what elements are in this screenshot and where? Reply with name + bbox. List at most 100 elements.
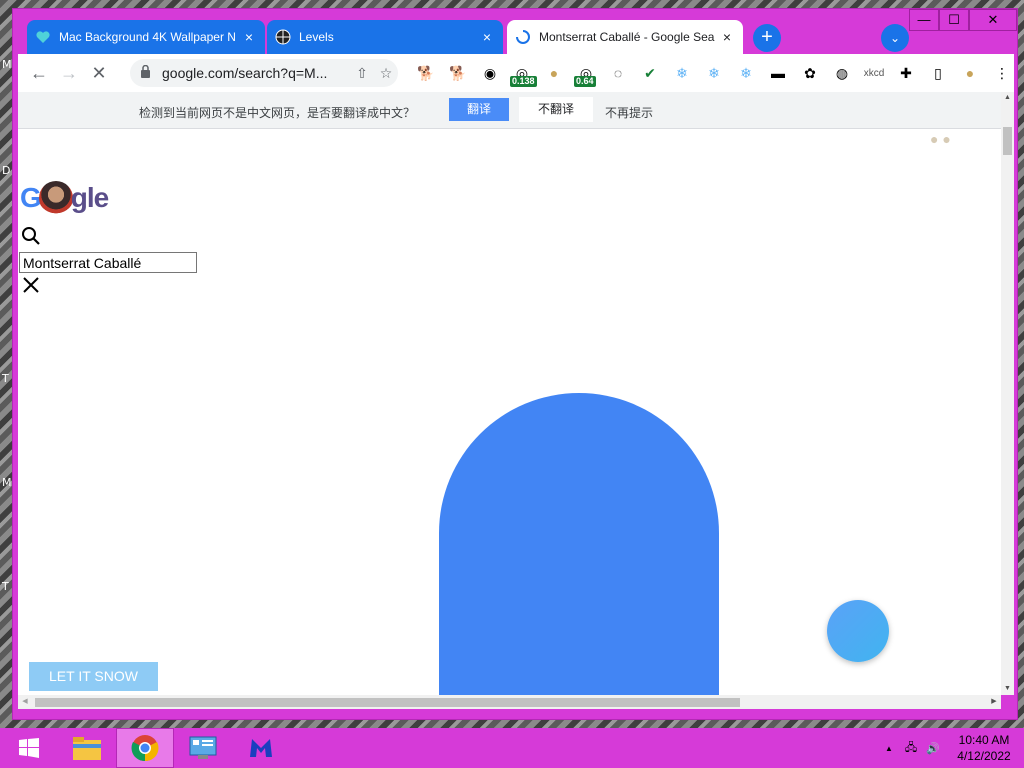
sidepanel-icon-glyph: ▯ [934,64,942,81]
doge-coin-extension-icon-glyph: ● [549,65,559,81]
blue-arch-shape [439,393,719,695]
vertical-scroll-thumb[interactable] [1003,127,1012,155]
horizontal-scrollbar[interactable]: ◀ ▶ [18,695,1001,709]
disk-extension-icon-glyph: ◌ [613,65,623,81]
clock[interactable]: 10:40 AM 4/12/2022 [944,732,1024,764]
dont-translate-button[interactable]: 不翻译 [519,97,593,122]
tab-mac-background[interactable]: Mac Background 4K Wallpaper N × [27,20,265,54]
heart-icon [35,29,51,45]
xkcd-extension-icon-glyph: xkcd [863,67,885,79]
vertical-scrollbar[interactable]: ▲ ▼ [1001,92,1014,695]
floating-action-button[interactable] [827,600,889,662]
extensions-area: 🐕 🐕 ◉ ◎ 0.138 ● ◎ 0.64 ◌ ✔ ❄ ❄ ❄ ▬ ✿ ◍ xkcd ✚ ▯ ● ⋮ [410,59,1018,87]
window-controls: — ☐ ✕ [909,9,1017,31]
clock-time: 10:40 AM [958,733,1010,747]
lock-icon [140,64,154,81]
page-viewport: ● ● G gle LET IT SNOW [18,129,1001,695]
network-icon[interactable]: 🖧 [900,739,922,758]
bookmark-star-icon[interactable]: ☆ [374,65,398,82]
browser-toolbar: ← → ✕ google.com/search?q=M... ⇧ ☆ 🐕 🐕 ◉ ◎ 0… [18,54,1014,92]
google-doodle-logo[interactable]: G gle [20,181,109,215]
gauge-extension-icon[interactable]: ◎ 0.138 [506,59,538,87]
profile-icon[interactable]: ● [954,59,986,87]
tab-close-icon[interactable]: × [241,29,257,45]
let-it-snow-button[interactable]: LET IT SNOW [29,662,158,691]
desktop-edge-letter: T [2,580,9,593]
forward-button[interactable]: → [54,58,84,88]
desktop-edge-letter: D [2,164,11,177]
tab-levels[interactable]: Levels × [267,20,503,54]
decorative-dots: ● ● [930,131,951,147]
start-icon[interactable] [0,728,58,768]
scroll-right-arrow-icon[interactable]: ▶ [987,695,1001,709]
menu-icon-glyph: ⋮ [995,64,1009,81]
back-button[interactable]: ← [24,58,54,88]
taskbar: ▲ 🖧 🔊 10:40 AM 4/12/2022 [0,728,1024,768]
sidepanel-icon[interactable]: ▯ [922,59,954,87]
show-hidden-icons-arrow-icon[interactable]: ▲ [878,744,900,753]
tab-title: Mac Background 4K Wallpaper N [59,30,236,44]
snowflake-extension-icon-2[interactable]: ❄ [698,59,730,87]
minimize-button[interactable]: — [909,9,939,31]
tab-montserrat-caballe[interactable]: Montserrat Caballé - Google Sea × [507,20,743,54]
clear-search-icon[interactable] [22,276,40,294]
desktop-edge-letter: T [2,372,9,385]
mask-extension-icon[interactable]: ✿ [794,59,826,87]
profile-icon-glyph: ● [965,65,975,81]
share-icon[interactable]: ⇧ [350,65,374,82]
scroll-left-arrow-icon[interactable]: ◀ [18,695,32,709]
doge-extension-icon-2[interactable]: 🐕 [442,59,474,87]
face-extension-icon[interactable]: ◉ [474,59,506,87]
tab-strip: Mac Background 4K Wallpaper N × Levels ×… [13,9,1017,55]
face-extension-icon-glyph: ◉ [483,64,497,81]
address-bar[interactable]: google.com/search?q=M... ⇧ ☆ [130,59,398,87]
new-tab-button[interactable]: + [753,24,781,52]
mask-extension-icon-glyph: ✿ [804,64,816,81]
clock-date: 4/12/2022 [957,749,1011,763]
malwarebytes-icon[interactable] [232,728,290,768]
volume-icon[interactable]: 🔊 [922,742,944,755]
snowflake-extension-icon-3[interactable]: ❄ [730,59,762,87]
snowflake-extension-icon[interactable]: ❄ [666,59,698,87]
tab-close-icon[interactable]: × [479,29,495,45]
translate-prompt: 检测到当前网页不是中文网页，是否要翻译成中文？ [139,106,416,120]
control-panel-icon[interactable] [174,728,232,768]
stop-loading-button[interactable]: ✕ [84,58,114,88]
puzzle-extension-icon[interactable]: ✚ [890,59,922,87]
color-bar-extension-icon-glyph: ▬ [771,65,785,81]
disk-extension-icon[interactable]: ◌ [602,59,634,87]
doge-coin-extension-icon[interactable]: ● [538,59,570,87]
horizontal-scroll-thumb[interactable] [35,698,740,707]
doodle-portrait-icon [38,181,73,215]
close-window-button[interactable]: ✕ [969,9,1017,31]
tab-title: Montserrat Caballé - Google Sea [539,30,715,44]
tab-search-button[interactable]: ⌄ [881,24,909,52]
extension-badge: 0.138 [510,76,537,87]
doge-extension-icon[interactable]: 🐕 [410,59,442,87]
loading-spinner-icon [515,29,531,45]
check-extension-icon[interactable]: ✔ [634,59,666,87]
file-explorer-icon[interactable] [58,728,116,768]
scroll-up-arrow-icon[interactable]: ▲ [1001,92,1014,104]
menu-icon[interactable]: ⋮ [986,59,1018,87]
target-extension-icon[interactable]: ◍ [826,59,858,87]
never-show-link[interactable]: 不再提示 [605,104,653,121]
system-tray: ▲ 🖧 🔊 10:40 AM 4/12/2022 [878,728,1024,768]
maximize-button[interactable]: ☐ [939,9,969,31]
scroll-down-arrow-icon[interactable]: ▼ [1001,683,1014,695]
snowflake-extension-icon-2-glyph: ❄ [708,64,720,81]
xkcd-extension-icon[interactable]: xkcd [858,59,890,87]
tab-close-icon[interactable]: × [719,29,735,45]
search-input[interactable] [19,252,197,273]
browser-window: Mac Background 4K Wallpaper N × Levels ×… [12,8,1018,720]
gauge-extension-icon-2[interactable]: ◎ 0.64 [570,59,602,87]
extension-badge: 0.64 [574,76,596,87]
doge-extension-icon-2-glyph: 🐕 [449,64,467,81]
translate-button[interactable]: 翻译 [449,98,509,121]
search-icon[interactable] [20,225,42,247]
url-text: google.com/search?q=M... [162,65,328,81]
desktop-edge-letter: M [2,476,12,489]
color-bar-extension-icon[interactable]: ▬ [762,59,794,87]
chrome-icon[interactable] [116,728,174,768]
target-extension-icon-glyph: ◍ [835,64,849,81]
